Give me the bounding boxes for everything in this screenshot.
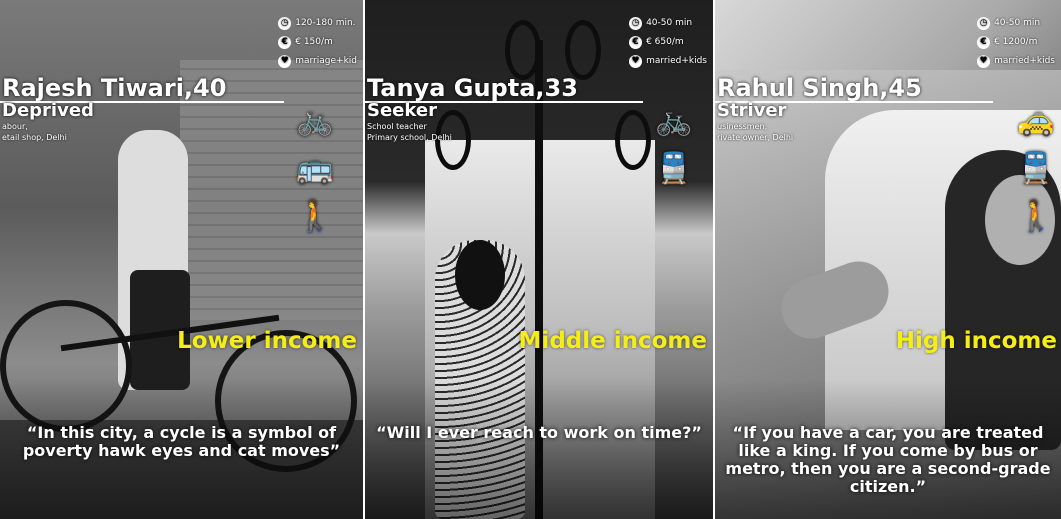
occupation-line: abour, [2,122,28,131]
family-status: ♥ married+kids [629,52,707,71]
occupation-line: rivate owner, Delhi [717,133,794,142]
bottom-shade [365,379,713,519]
money-icon: € [278,36,292,49]
occupation-line: etail shop, Delhi [2,133,67,142]
persona-occupation: usinessmen, rivate owner, Delhi [717,121,793,143]
income-amount: € € 1200/m [977,33,1055,52]
commute-time: ◷ 40-50 min [629,14,707,33]
income-amount-text: € 150/m [295,37,333,47]
clock-icon: ◷ [278,17,292,30]
walking-icon: 🚶 [1017,199,1055,234]
transport-modes: 🚲 🚌 🚶 [296,104,333,234]
persona-panel-high: ◷ 40-50 min € € 1200/m ♥ married+kids Rahul… [715,0,1061,519]
persona-stats: ◷ 40-50 min € € 1200/m ♥ married+kids [977,14,1055,71]
persona-quote: “If you have a car, you are treated like… [725,423,1051,496]
persona-role: Deprived [2,100,94,121]
persona-occupation: School teacher Primary school, Delhi [367,121,452,143]
income-amount: € € 150/m [278,33,357,52]
persona-panel-lower: ◷ 120-180 min. € € 150/m ♥ marriage+kid Raj… [0,0,363,519]
persona-quote: “In this city, a cycle is a symbol of po… [22,423,341,460]
hand-strap [505,20,541,80]
persona-stats: ◷ 40-50 min € € 650/m ♥ married+kids [629,14,707,71]
heart-icon: ♥ [278,55,292,68]
family-status-text: married+kids [994,56,1055,66]
bicycle-icon: 🚲 [655,103,693,138]
family-status-text: married+kids [646,56,707,66]
persona-role: Seeker [367,100,437,121]
bicycle-icon: 🚲 [296,103,334,138]
persona-quote: “Will I ever reach to work on time?” [376,423,702,442]
heart-icon: ♥ [977,55,991,68]
hand-strap [615,110,651,170]
taxi-icon: 🚕 [1017,103,1055,138]
commuter-hair [455,240,505,310]
metro-icon: 🚆 [655,151,693,186]
hand-strap [565,20,601,80]
occupation-line: School teacher [367,122,427,131]
commute-time-text: 40-50 min [646,18,693,28]
commute-time-text: 40-50 min [994,18,1041,28]
family-status-text: marriage+kid [295,56,357,66]
family-status: ♥ marriage+kid [278,52,357,71]
occupation-line: usinessmen, [717,122,768,131]
persona-role: Striver [717,100,787,121]
income-amount-text: € 650/m [646,37,684,47]
income-amount: € € 650/m [629,33,707,52]
bus-icon: 🚌 [296,151,334,186]
family-status: ♥ married+kids [977,52,1055,71]
persona-stats: ◷ 120-180 min. € € 150/m ♥ marriage+kid [278,14,357,71]
money-icon: € [977,36,991,49]
metro-icon: 🚆 [1017,151,1055,186]
persona-name: Rahul Singh,45 [717,74,922,102]
persona-occupation: abour, etail shop, Delhi [2,121,67,143]
walking-icon: 🚶 [296,199,334,234]
persona-name: Tanya Gupta,33 [367,74,578,102]
income-label: Middle income [518,328,707,354]
commute-time: ◷ 40-50 min [977,14,1055,33]
income-label: Lower income [177,328,357,354]
persona-panel-middle: ◷ 40-50 min € € 650/m ♥ married+kids Tanya … [365,0,713,519]
transport-modes: 🚲 🚆 [655,104,692,186]
heart-icon: ♥ [629,55,643,68]
commute-time: ◷ 120-180 min. [278,14,357,33]
persona-name: Rajesh Tiwari,40 [2,74,227,102]
occupation-line: Primary school, Delhi [367,133,452,142]
clock-icon: ◷ [629,17,643,30]
money-icon: € [629,36,643,49]
income-label: High income [895,328,1057,354]
commute-time-text: 120-180 min. [295,18,356,28]
transport-modes: 🚕 🚆 🚶 [1017,104,1054,234]
income-amount-text: € 1200/m [994,37,1038,47]
clock-icon: ◷ [977,17,991,30]
